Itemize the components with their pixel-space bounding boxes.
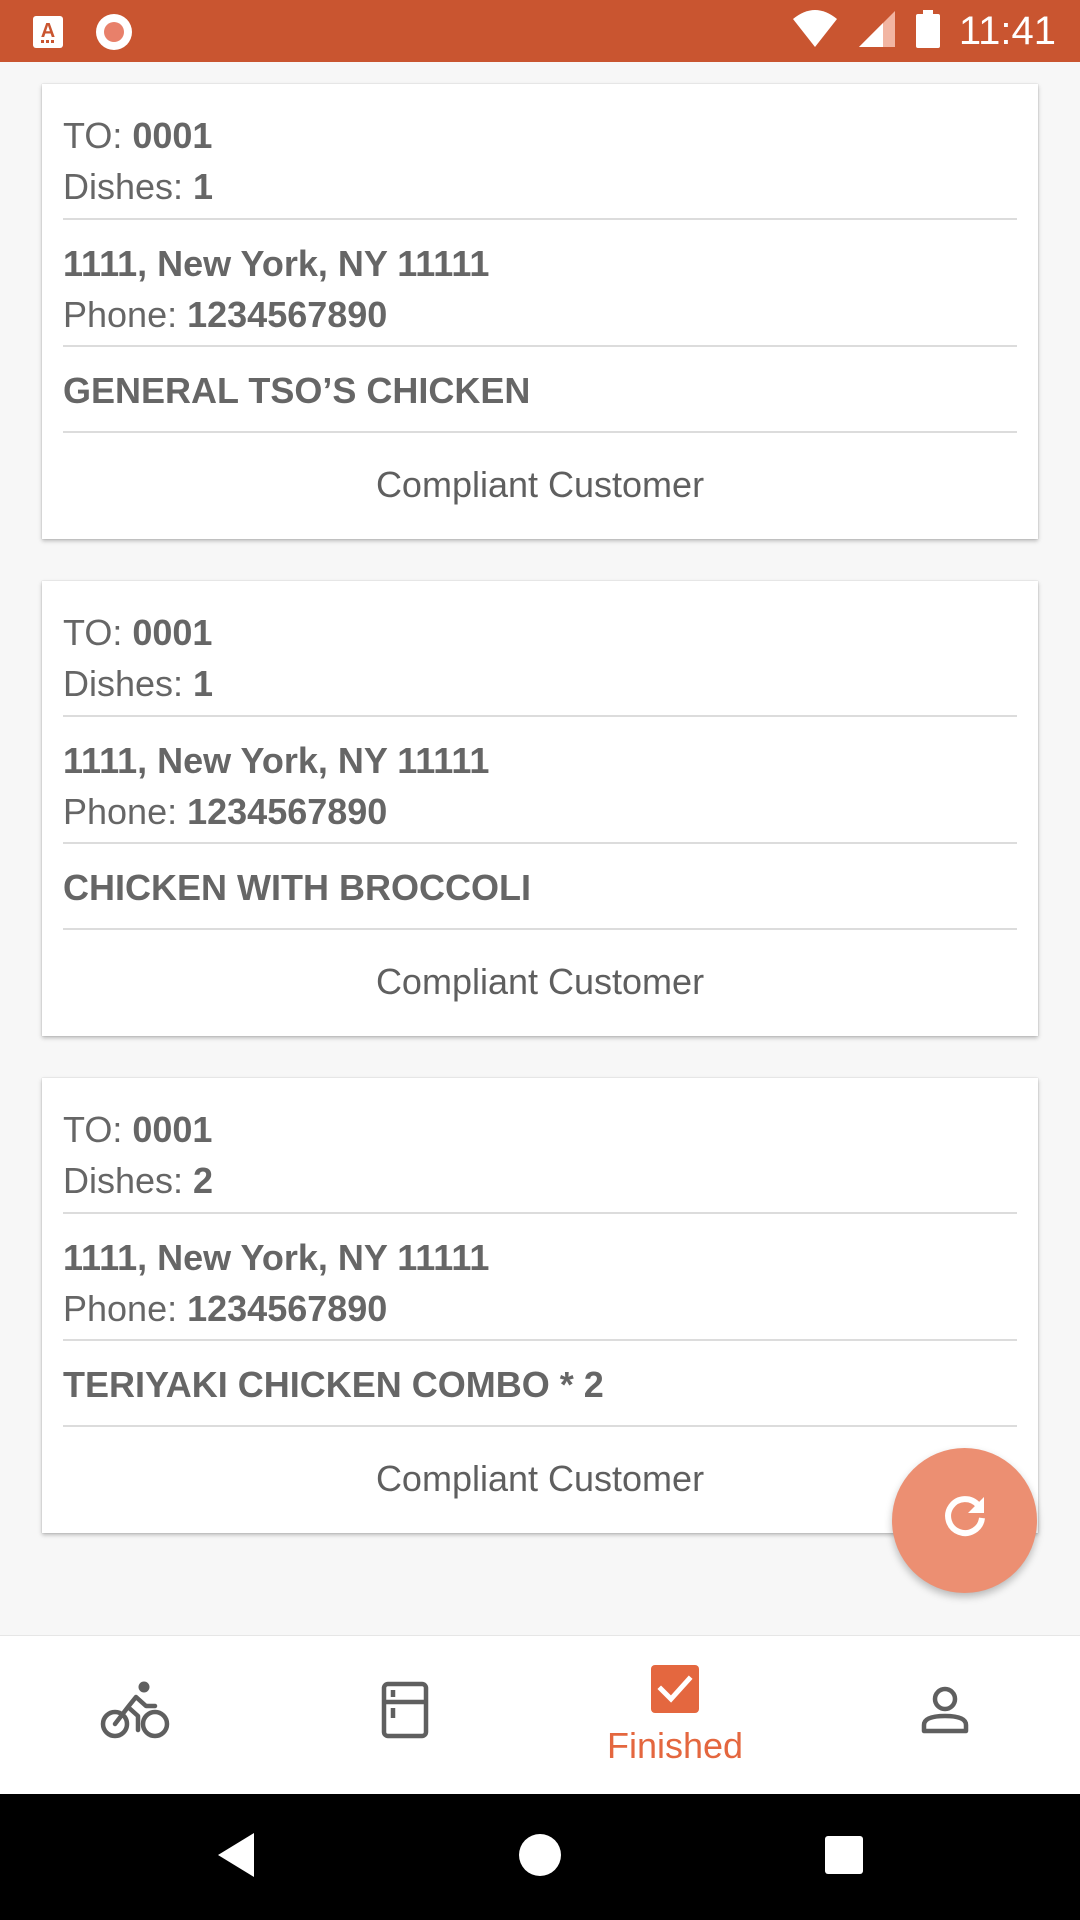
record-icon <box>94 12 134 57</box>
signal-icon <box>857 9 897 54</box>
nav-item-delivery[interactable] <box>0 1636 270 1795</box>
refresh-button[interactable] <box>892 1448 1037 1593</box>
order-address: 1111, New York, NY 11111 <box>63 1237 490 1278</box>
order-dishes-list: GENERAL TSO’S CHICKEN <box>63 347 1017 433</box>
order-to-value: 0001 <box>132 115 213 156</box>
order-phone: Phone: 1234567890 <box>63 1288 388 1329</box>
order-to-value: 0001 <box>132 1109 213 1150</box>
order-dish-item: GENERAL TSO’S CHICKEN <box>63 370 531 411</box>
nav-label-finished: Finished <box>606 1725 744 1766</box>
order-list: TO: 0001 Dishes: 1 1111, New York, NY 11… <box>0 62 1080 1635</box>
recents-icon <box>824 1835 864 1880</box>
order-address: 1111, New York, NY 11111 <box>63 740 490 781</box>
order-phone: Phone: 1234567890 <box>63 294 388 335</box>
order-phone-value: 1234567890 <box>187 791 388 832</box>
person-icon <box>920 1685 970 1740</box>
order-to: TO: 0001 <box>63 612 213 653</box>
fridge-icon <box>380 1681 430 1744</box>
checkbox-icon <box>650 1664 700 1719</box>
order-phone-value: 1234567890 <box>187 1288 388 1329</box>
order-card: TO: 0001 Dishes: 2 1111, New York, NY 11… <box>42 1078 1038 1533</box>
order-dishes-list: CHICKEN WITH BROCCOLI <box>63 844 1017 930</box>
complaint-customer-button[interactable]: Compliant Customer <box>42 1427 1038 1531</box>
complaint-customer-button[interactable]: Compliant Customer <box>42 930 1038 1034</box>
svg-text:A: A <box>41 20 55 42</box>
order-contact: 1111, New York, NY 11111 Phone: 12345678… <box>63 1214 1017 1341</box>
order-card: TO: 0001 Dishes: 1 1111, New York, NY 11… <box>42 84 1038 539</box>
nav-item-profile[interactable] <box>810 1636 1080 1795</box>
status-bar: A 11:41 <box>0 0 1080 62</box>
order-contact: 1111, New York, NY 11111 Phone: 12345678… <box>63 220 1017 347</box>
wifi-icon <box>791 9 839 54</box>
order-dishes-value: 1 <box>193 663 214 704</box>
complaint-customer-button[interactable]: Compliant Customer <box>42 433 1038 537</box>
system-nav-bar <box>0 1794 1080 1920</box>
order-dishes-list: TERIYAKI CHICKEN COMBO * 2 <box>63 1341 1017 1427</box>
home-icon <box>518 1833 562 1882</box>
status-time: 11:41 <box>958 9 1056 53</box>
back-icon <box>214 1831 258 1884</box>
bottom-nav: Finished <box>0 1635 1080 1795</box>
order-phone: Phone: 1234567890 <box>63 791 388 832</box>
order-address: 1111, New York, NY 11111 <box>63 243 490 284</box>
order-summary: TO: 0001 Dishes: 1 <box>63 581 1017 717</box>
order-dishes-value: 1 <box>193 166 214 207</box>
order-dish-item: CHICKEN WITH BROCCOLI <box>63 867 531 908</box>
app-notification-icon: A <box>32 15 64 54</box>
status-bar-system: 11:41 <box>791 8 1056 54</box>
order-dishes-value: 2 <box>193 1160 214 1201</box>
order-dishes: Dishes: 1 <box>63 166 214 207</box>
order-card: TO: 0001 Dishes: 1 1111, New York, NY 11… <box>42 581 1038 1036</box>
order-dish-item: TERIYAKI CHICKEN COMBO * 2 <box>63 1364 604 1405</box>
home-button[interactable] <box>480 1794 600 1920</box>
order-to: TO: 0001 <box>63 1109 213 1150</box>
nav-item-finished[interactable]: Finished <box>540 1636 810 1795</box>
order-contact: 1111, New York, NY 11111 Phone: 12345678… <box>63 717 1017 844</box>
bicycle-icon <box>100 1680 170 1745</box>
order-dishes: Dishes: 1 <box>63 663 214 704</box>
refresh-icon <box>938 1491 992 1550</box>
order-dishes: Dishes: 2 <box>63 1160 214 1201</box>
nav-item-kitchen[interactable] <box>270 1636 540 1795</box>
status-bar-notifications: A <box>32 12 134 57</box>
order-to: TO: 0001 <box>63 115 213 156</box>
order-phone-value: 1234567890 <box>187 294 388 335</box>
order-summary: TO: 0001 Dishes: 1 <box>63 84 1017 220</box>
battery-icon <box>915 9 941 54</box>
back-button[interactable] <box>176 1794 296 1920</box>
recents-button[interactable] <box>784 1794 904 1920</box>
order-to-value: 0001 <box>132 612 213 653</box>
order-summary: TO: 0001 Dishes: 2 <box>63 1078 1017 1214</box>
